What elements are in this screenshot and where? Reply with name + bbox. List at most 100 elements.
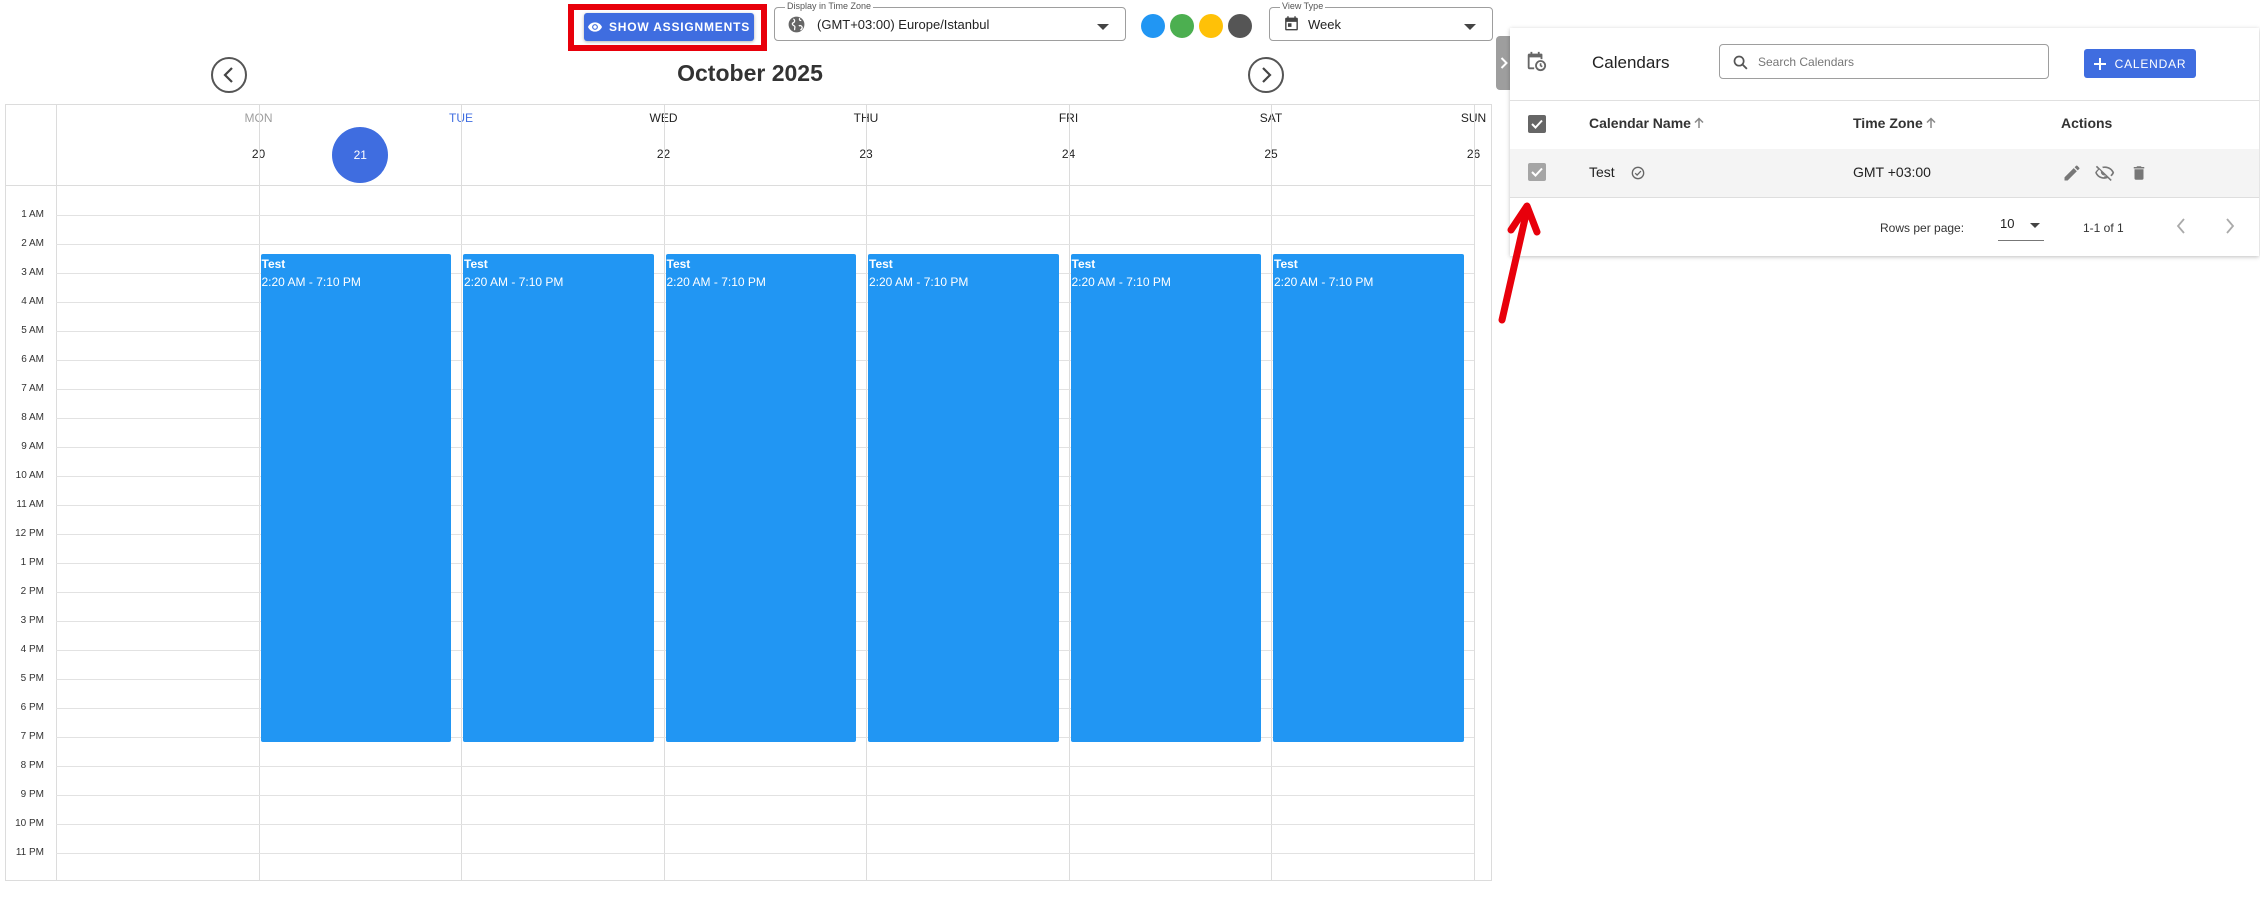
add-calendar-button[interactable]: CALENDAR [2084, 49, 2196, 78]
view-type-label: View Type [1280, 1, 1326, 11]
check-circle-icon [1631, 166, 1645, 180]
row-calendar-name: Test [1589, 164, 1615, 180]
day-header-sun[interactable]: SUN26 [1271, 105, 1486, 185]
hour-line [56, 795, 1474, 796]
event-title: Test [869, 256, 893, 271]
hour-line [56, 853, 1474, 854]
edit-pencil-icon[interactable] [2062, 163, 2082, 183]
event-title: Test [1274, 256, 1298, 271]
chevron-left-icon[interactable] [2175, 217, 2187, 235]
event-title: Test [666, 256, 691, 271]
check-icon [1531, 167, 1543, 177]
chevron-right-icon[interactable] [2224, 217, 2236, 235]
day-header-wed[interactable]: WED 22 [461, 105, 678, 185]
pagination-range: 1-1 of 1 [2083, 221, 2124, 235]
column-divider [866, 185, 867, 880]
day-header-thu[interactable]: THU 23 [663, 105, 878, 185]
hour-label: 2 PM [20, 586, 44, 597]
delete-trash-icon[interactable] [2130, 163, 2148, 183]
hour-label: 3 PM [20, 615, 44, 626]
add-calendar-label: CALENDAR [2114, 56, 2187, 71]
hour-label: 4 AM [21, 296, 44, 307]
event-time: 2:20 AM - 7:10 PM [666, 274, 766, 289]
show-assignments-button[interactable]: SHOW ASSIGNMENTS [584, 13, 754, 41]
event-title: Test [464, 256, 488, 271]
hour-label: 5 AM [21, 325, 44, 336]
calendar-event[interactable]: Test 2:20 AM - 7:10 PM [260, 253, 451, 742]
hour-label: 1 PM [20, 557, 44, 568]
hour-line [56, 766, 1474, 767]
hour-label: 8 PM [20, 760, 44, 771]
calendar-event[interactable]: Test 2:20 AM - 7:10 PM [868, 253, 1059, 742]
hour-label: 12 PM [15, 528, 44, 539]
search-calendars-input[interactable]: Search Calendars [1719, 44, 2049, 79]
event-title: Test [261, 256, 286, 271]
color-dot[interactable] [1228, 14, 1252, 38]
header-divider [6, 185, 1491, 186]
hour-label: 3 AM [21, 267, 44, 278]
column-divider [258, 185, 260, 880]
show-assignments-label: SHOW ASSIGNMENTS [608, 20, 751, 34]
column-actions: Actions [2061, 115, 2112, 131]
day-header-mon[interactable]: MON 20 [56, 105, 273, 185]
table-header: Calendar Name Time Zone Actions [1510, 100, 2259, 150]
event-time: 2:20 AM - 7:10 PM [1274, 274, 1374, 289]
chevron-down-icon [2030, 223, 2040, 228]
color-dot[interactable] [1199, 14, 1223, 38]
color-dot[interactable] [1170, 14, 1194, 38]
table-row[interactable]: Test GMT +03:00 [1510, 149, 2259, 198]
eye-icon [587, 22, 602, 32]
chevron-down-icon [1097, 24, 1109, 30]
hour-label: 1 AM [21, 209, 44, 220]
today-date-badge: 21 [332, 127, 389, 183]
hour-line [56, 824, 1474, 825]
hour-line [56, 215, 1474, 216]
visibility-off-icon[interactable] [2094, 163, 2116, 183]
calendar-event[interactable]: Test 2:20 AM - 7:10 PM [463, 253, 654, 742]
annotation-arrow [1498, 202, 1541, 324]
column-calendar-name[interactable]: Calendar Name [1589, 115, 1705, 131]
timezone-select-value: (GMT+03:00) Europe/Istanbul [817, 17, 990, 32]
day-header-sat[interactable]: SAT 25 [1068, 105, 1282, 185]
event-time: 2:20 AM - 7:10 PM [1071, 274, 1171, 289]
rows-per-page-label: Rows per page: [1880, 221, 1965, 235]
row-checkbox[interactable] [1528, 163, 1546, 181]
column-divider [56, 185, 57, 880]
hour-label: 2 AM [21, 238, 44, 249]
hour-label: 7 AM [21, 383, 44, 394]
hour-label: 7 PM [20, 731, 44, 742]
select-all-checkbox[interactable] [1528, 115, 1546, 133]
hour-label: 6 AM [21, 354, 44, 365]
calendar-event[interactable]: Test 2:20 AM - 7:10 PM [665, 253, 856, 742]
week-calendar-grid: MON20TUE21WED22THU23FRI24SAT25SUN26 1 AM 2… [5, 104, 1492, 881]
event-time: 2:20 AM - 7:10 PM [261, 274, 361, 289]
hour-label: 10 PM [15, 818, 44, 829]
next-month-button[interactable] [1248, 57, 1284, 93]
calendar-event[interactable]: Test 2:20 AM - 7:10 PM [1070, 253, 1261, 742]
hour-label: 9 AM [21, 441, 44, 452]
hour-label: 4 PM [20, 644, 44, 655]
column-divider [663, 185, 665, 880]
hour-label: 5 PM [20, 673, 44, 684]
hour-line [56, 244, 1474, 245]
column-actions-label: Actions [2061, 115, 2113, 131]
column-time-zone[interactable]: Time Zone [1853, 115, 1937, 131]
check-icon [1531, 119, 1543, 129]
column-divider [1271, 185, 1272, 880]
event-time: 2:20 AM - 7:10 PM [869, 274, 969, 289]
view-type-select[interactable]: View Type Week [1269, 1, 1493, 41]
timezone-select[interactable]: Display in Time Zone (GMT+03:00) Europe/… [774, 1, 1126, 41]
globe-icon [788, 16, 805, 33]
event-title: Test [1071, 256, 1096, 271]
day-header-fri[interactable]: FRI 24 [866, 105, 1078, 185]
column-divider [1473, 105, 1475, 880]
rows-per-page-select[interactable]: 10 [1998, 214, 2044, 241]
timezone-select-label: Display in Time Zone [785, 1, 874, 11]
color-dot[interactable] [1141, 14, 1165, 38]
sort-arrow-icon [1926, 117, 1936, 128]
sort-arrow-icon [1694, 117, 1704, 128]
hour-label: 10 AM [15, 470, 44, 481]
calendar-event[interactable]: Test 2:20 AM - 7:10 PM [1273, 253, 1464, 742]
hour-label: 9 PM [20, 789, 44, 800]
day-header-tue[interactable]: TUE 21 [258, 105, 473, 185]
